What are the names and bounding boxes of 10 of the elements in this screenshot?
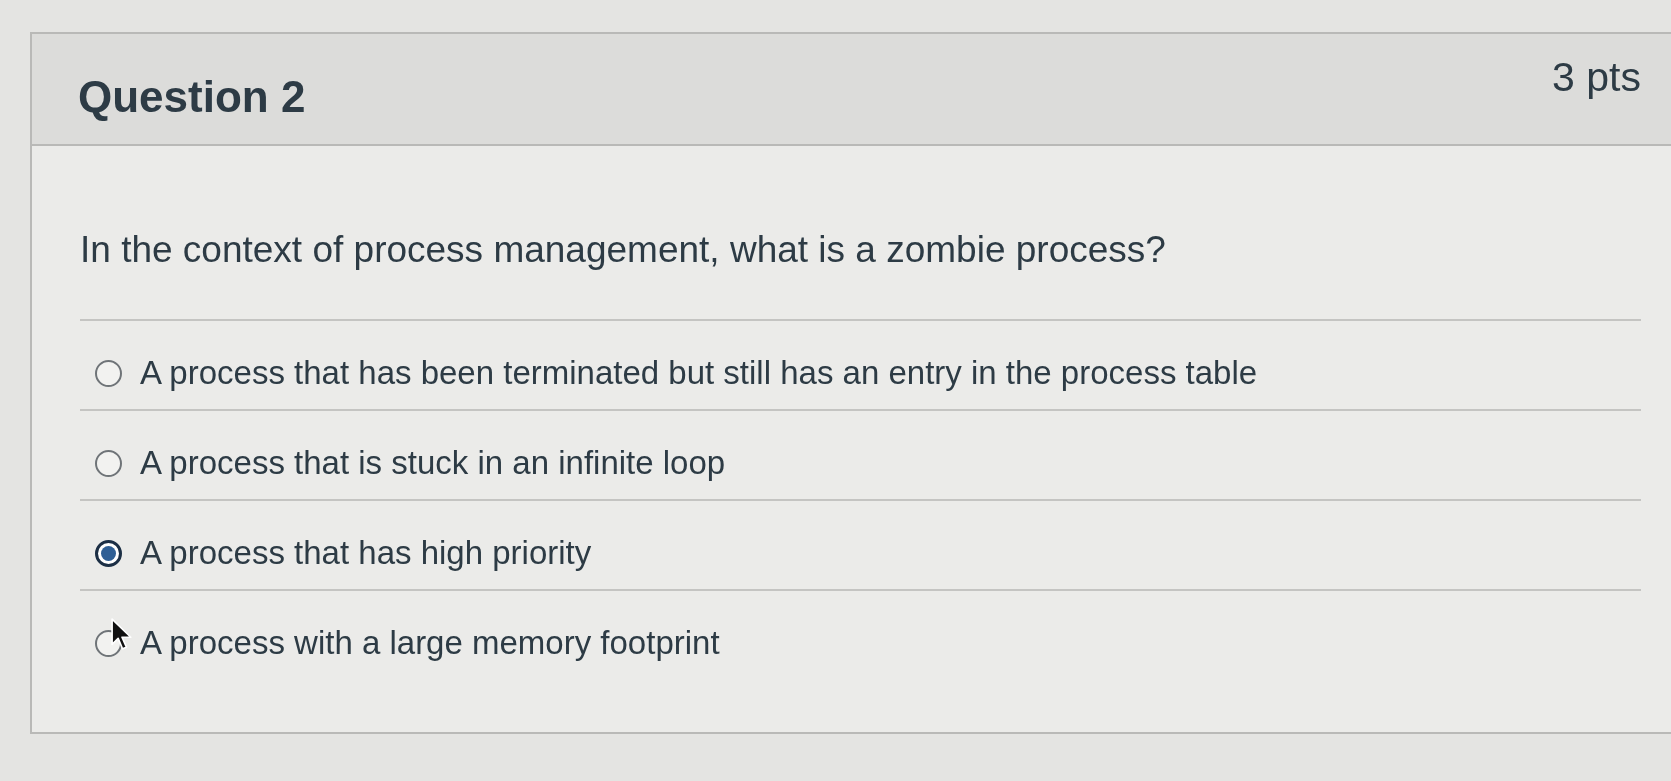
- answer-text[interactable]: A process that is stuck in an infinite loop: [140, 443, 726, 483]
- question-points: 3 pts: [1552, 54, 1641, 100]
- question-text: In the context of process management, what is a zombie process?: [80, 228, 1167, 272]
- question-title: Question 2: [78, 72, 306, 122]
- radio-button[interactable]: [95, 359, 122, 387]
- radio-button[interactable]: [95, 449, 122, 477]
- answer-text[interactable]: A process that has high priority: [140, 533, 592, 573]
- radio-button[interactable]: [95, 539, 122, 567]
- answer-text[interactable]: A process that has been terminated but still has an entry in the process table: [140, 353, 1258, 393]
- answer-text[interactable]: A process with a large memory footprint: [140, 623, 720, 663]
